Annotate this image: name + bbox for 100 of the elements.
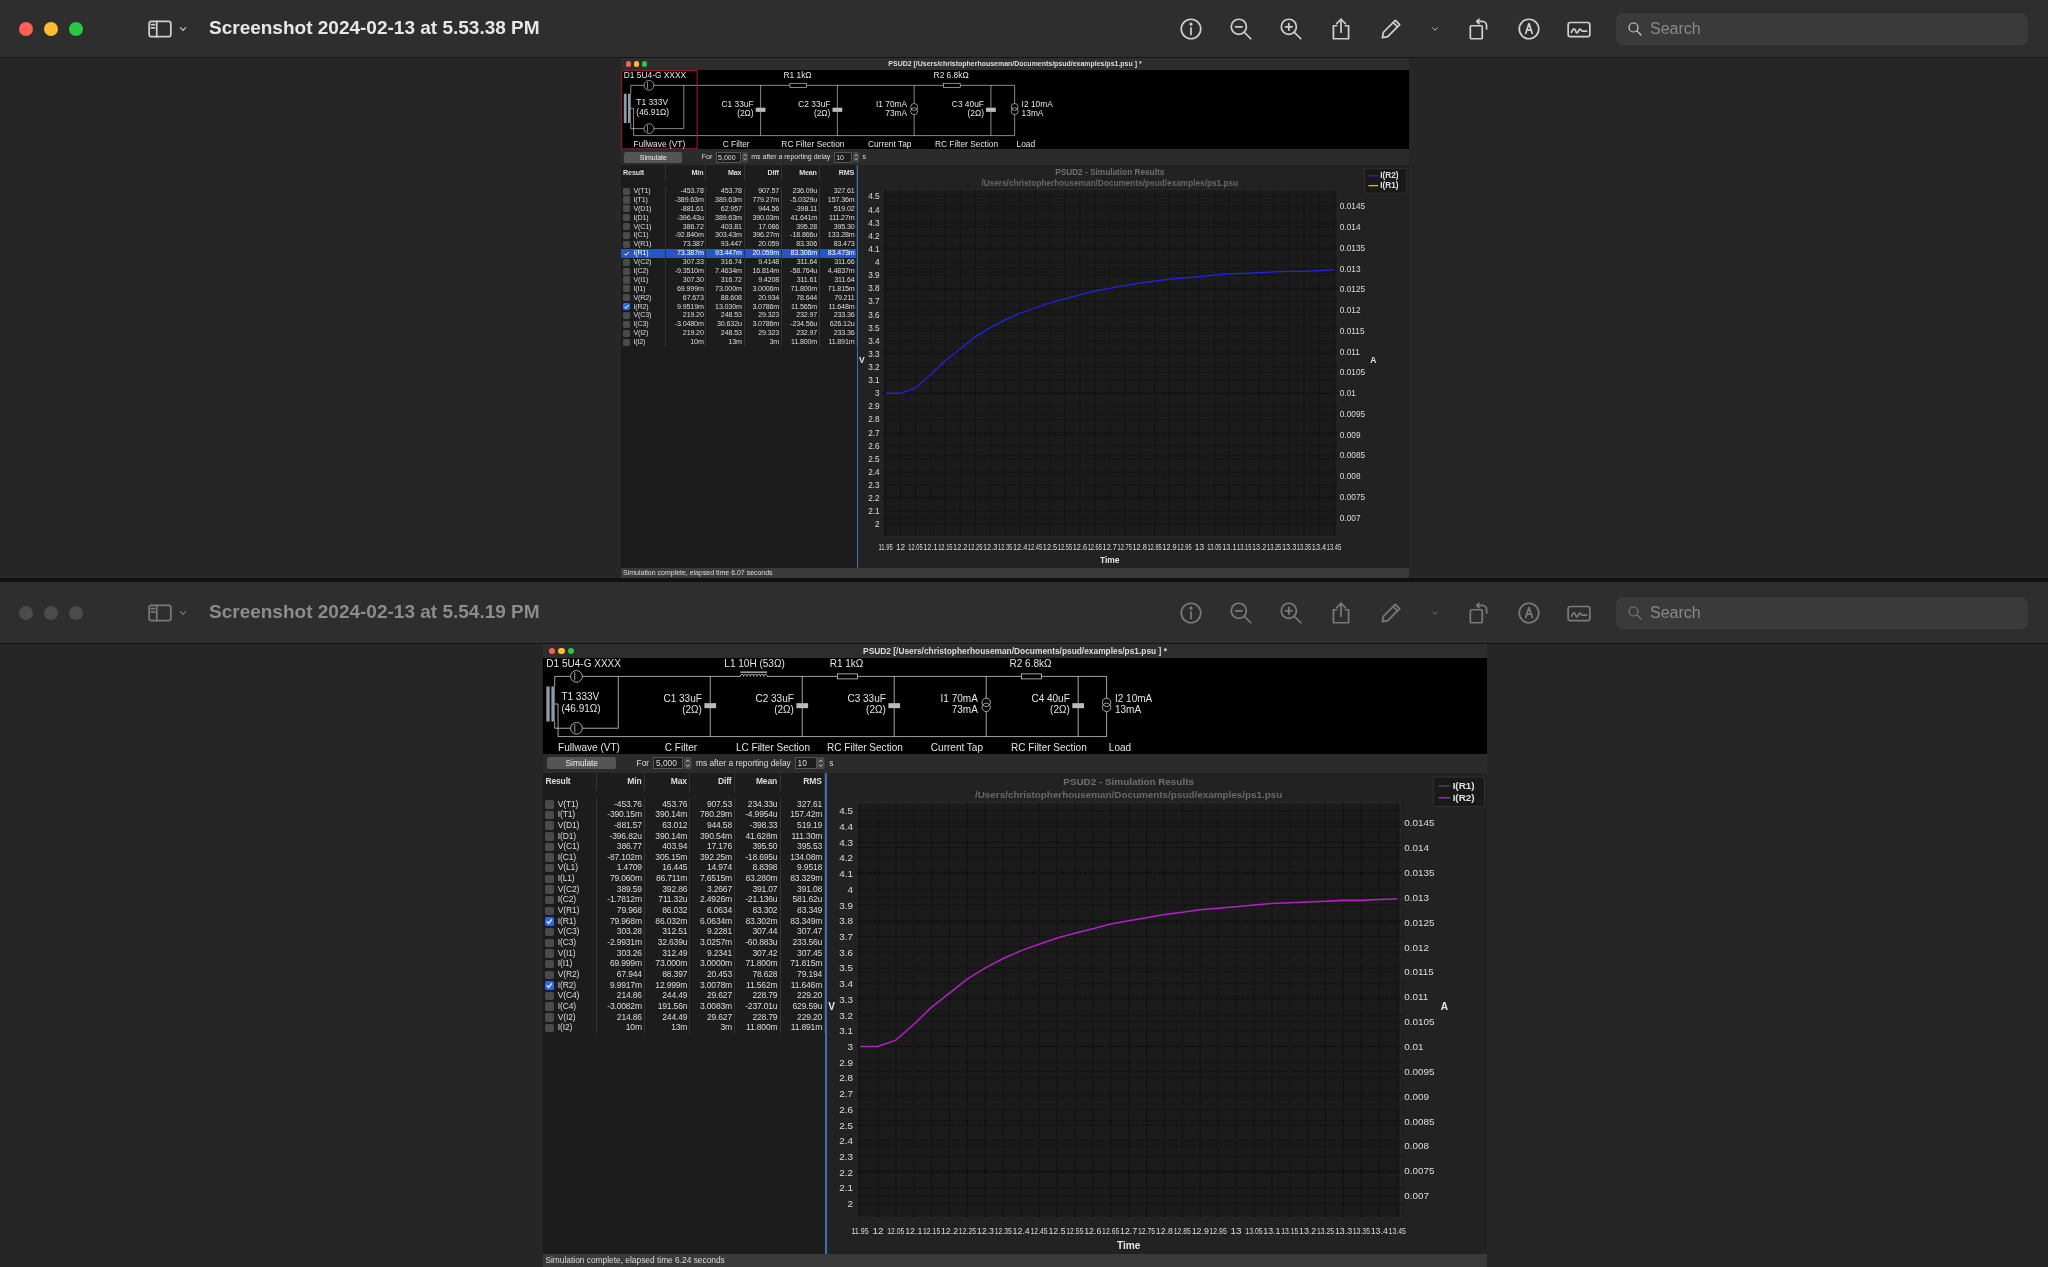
checkbox[interactable] bbox=[622, 223, 630, 231]
zoom-in-icon[interactable] bbox=[1278, 15, 1304, 42]
column-header[interactable]: Mean bbox=[734, 772, 781, 791]
checkbox[interactable] bbox=[622, 249, 630, 257]
zoom-button[interactable] bbox=[641, 61, 648, 67]
checkbox[interactable] bbox=[545, 895, 554, 905]
table-cell: V(C3) bbox=[557, 926, 580, 937]
window-title: PSUD2 [/Users/christopherhouseman/Documents/psud/examples/ps1.psu ] * bbox=[863, 644, 1167, 658]
column-header[interactable]: Max bbox=[644, 772, 690, 791]
table-cell: 83.349m bbox=[780, 915, 825, 927]
checkbox[interactable] bbox=[622, 267, 630, 275]
table-cell: -237.01u bbox=[734, 1000, 781, 1012]
checkbox[interactable] bbox=[545, 938, 554, 948]
table-cell: 11.800m bbox=[734, 1022, 781, 1033]
markup-icon[interactable] bbox=[1516, 15, 1542, 42]
component-label: (2Ω) bbox=[813, 107, 831, 118]
table-cell: 86.711m bbox=[644, 872, 690, 884]
checkbox[interactable] bbox=[545, 970, 554, 980]
table-cell: 386.77 bbox=[596, 840, 645, 852]
column-header[interactable]: RMS bbox=[780, 772, 825, 791]
duration-field[interactable]: 5,000 bbox=[653, 756, 684, 770]
close-button[interactable] bbox=[19, 21, 33, 36]
axis-tick-label: 0.0135 bbox=[1404, 866, 1435, 878]
checkbox[interactable] bbox=[622, 320, 630, 328]
table-cell: 629.59u bbox=[780, 1000, 825, 1012]
table-cell: 3.0078m bbox=[689, 979, 735, 991]
column-header[interactable]: Diff bbox=[689, 772, 735, 791]
zoom-out-icon[interactable] bbox=[1228, 15, 1254, 42]
checkbox[interactable] bbox=[622, 205, 630, 213]
table-cell: I(R1) bbox=[557, 915, 576, 926]
checkbox[interactable] bbox=[545, 1002, 554, 1011]
axis-tick-label: 0.011 bbox=[1404, 991, 1429, 1003]
delay-field[interactable]: 10 bbox=[794, 756, 817, 770]
checkbox[interactable] bbox=[545, 810, 554, 820]
stepper[interactable] bbox=[852, 152, 859, 163]
checkbox[interactable] bbox=[545, 981, 554, 990]
component-label: I1 70mA bbox=[940, 693, 978, 705]
section-label: LC Filter Section bbox=[735, 742, 810, 753]
checkbox[interactable] bbox=[545, 863, 554, 873]
search-field[interactable]: Search bbox=[1616, 12, 2028, 45]
axis-tick-label: 3.9 bbox=[839, 899, 854, 911]
column-header[interactable]: Result bbox=[542, 772, 597, 791]
checkbox[interactable] bbox=[545, 906, 554, 916]
component-label: C4 40uF bbox=[1031, 693, 1070, 705]
minimize-button[interactable] bbox=[44, 21, 58, 36]
close-button[interactable] bbox=[625, 61, 632, 67]
checkbox[interactable] bbox=[622, 187, 630, 195]
stepper[interactable] bbox=[817, 756, 825, 770]
checkbox[interactable] bbox=[622, 285, 630, 293]
axis-tick-label: 12 bbox=[872, 1224, 884, 1236]
table-cell: 228.79 bbox=[734, 990, 781, 1001]
checkbox[interactable] bbox=[545, 885, 554, 894]
checkbox[interactable] bbox=[622, 258, 630, 266]
component-label: I2 10mA bbox=[1114, 693, 1153, 705]
table-cell: 6.0634m bbox=[689, 915, 735, 927]
simulate-button[interactable]: Simulate bbox=[547, 756, 617, 770]
checkbox[interactable] bbox=[622, 294, 630, 302]
checkbox[interactable] bbox=[545, 842, 554, 852]
checkbox[interactable] bbox=[545, 959, 554, 969]
legend-label: I(R1) bbox=[1452, 779, 1475, 791]
search-field[interactable]: Search bbox=[1616, 596, 2028, 629]
zoom-button[interactable] bbox=[568, 647, 575, 655]
checkbox[interactable] bbox=[545, 927, 554, 937]
checkbox[interactable] bbox=[622, 240, 630, 248]
checkbox[interactable] bbox=[545, 991, 554, 1001]
checkbox[interactable] bbox=[622, 276, 630, 284]
minimize-button[interactable] bbox=[633, 61, 640, 67]
checkbox[interactable] bbox=[622, 214, 630, 222]
checkbox[interactable] bbox=[545, 917, 554, 926]
table-cell: -21.136u bbox=[734, 894, 781, 905]
stepper[interactable] bbox=[684, 756, 692, 770]
checkbox[interactable] bbox=[622, 232, 630, 240]
axis-tick-label: 0.013 bbox=[1404, 891, 1430, 903]
table-cell: V(I1) bbox=[557, 947, 576, 958]
checkbox[interactable] bbox=[545, 874, 554, 884]
column-header[interactable]: Min bbox=[596, 772, 645, 791]
component-label: D1 5U4-G XXXX bbox=[546, 658, 621, 670]
checkbox[interactable] bbox=[622, 196, 630, 204]
table-cell: -18.695u bbox=[734, 851, 781, 863]
checkbox[interactable] bbox=[545, 1013, 554, 1022]
checkbox[interactable] bbox=[545, 949, 554, 958]
minimize-button[interactable] bbox=[558, 647, 565, 655]
component-label: C1 33uF bbox=[663, 693, 702, 705]
table-cell: 303.28 bbox=[596, 926, 645, 937]
stepper[interactable] bbox=[741, 152, 748, 163]
checkbox[interactable] bbox=[622, 303, 630, 311]
checkbox[interactable] bbox=[622, 329, 630, 337]
checkbox[interactable] bbox=[545, 853, 554, 862]
checkbox[interactable] bbox=[545, 1023, 554, 1033]
checkbox[interactable] bbox=[622, 312, 630, 320]
checkbox[interactable] bbox=[622, 338, 630, 346]
axis-tick-label: 0.014 bbox=[1404, 841, 1430, 853]
info-icon[interactable] bbox=[1178, 15, 1204, 42]
zoom-button[interactable] bbox=[69, 21, 83, 36]
checkbox[interactable] bbox=[545, 800, 554, 809]
table-cell: -398.33 bbox=[734, 819, 781, 831]
close-button[interactable] bbox=[548, 647, 556, 655]
table-cell: 390.54m bbox=[689, 830, 735, 841]
checkbox[interactable] bbox=[545, 832, 554, 841]
checkbox[interactable] bbox=[545, 821, 554, 830]
